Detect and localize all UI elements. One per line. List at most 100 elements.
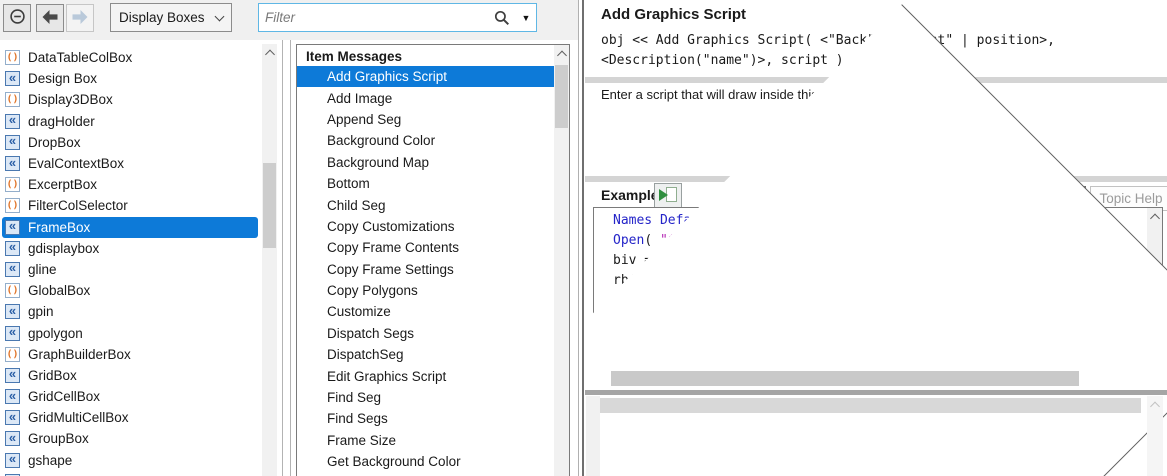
item-message-list-item[interactable]: Get Background Color [297,451,569,472]
list-item-label: Find Segs [327,411,388,426]
display-box-list-item[interactable]: () Display3DBox [0,89,262,110]
code-scrollbar-horizontal[interactable] [594,369,1162,388]
display-box-list-item[interactable]: () FilterColSelector [0,195,262,216]
item-message-list-item[interactable]: Copy Frame Contents [297,237,569,258]
scroll-up-icon[interactable] [1150,214,1160,224]
scroll-up-icon[interactable] [557,51,567,61]
list-item-label: GroupBox [28,431,89,446]
double-chevron-icon: « [5,71,20,86]
list-item-label: dragHolder [28,114,95,129]
item-message-list-item[interactable]: Bottom [297,173,569,194]
list-item-label: Copy Frame Settings [327,262,454,277]
display-box-list-item[interactable]: () GraphBuilderBox [0,344,262,365]
item-message-list-item[interactable]: Copy Customizations [297,216,569,237]
display-box-list-item[interactable]: « gdisplaybox [0,238,262,259]
item-message-list-item[interactable]: Add Image [297,87,569,108]
list-item-label: ExcerptBox [28,177,97,192]
double-chevron-icon: « [5,304,20,319]
display-box-list-item[interactable]: « gshape [0,450,262,471]
paren-icon: () [5,92,20,107]
list-item-label: Edit Graphics Script [327,369,446,384]
syntax-block: obj << Add Graphics Script( <"Back" | "F… [601,31,1055,71]
pane-divider-line [282,40,283,476]
display-box-list-item[interactable]: () ExcerptBox [0,174,262,195]
example-output-splitter[interactable] [585,390,1167,395]
display-box-list-item[interactable]: « gline [0,259,262,280]
example-code-editor[interactable]: Names Default To Here( 1 );Open( "$SAMPL… [593,207,1163,389]
item-messages-scrollbar[interactable] [554,45,569,476]
display-box-list-item[interactable]: « [0,471,262,476]
list-item-label: DispatchSeg [327,347,404,362]
scripting-index-window: Display Boxes ▼ () DataTableColBox « Des… [0,0,1167,476]
back-button[interactable] [36,4,64,32]
filter-dropdown-arrow[interactable]: ▼ [516,13,536,23]
list-item-label: Dispatch Segs [327,326,414,341]
list-item-label: Copy Customizations [327,219,455,234]
display-box-list-item[interactable]: « GridMultiCellBox [0,407,262,428]
item-message-list-item[interactable]: Copy Frame Settings [297,259,569,280]
item-message-list-item[interactable]: Append Seg [297,109,569,130]
list-item-label: DropBox [28,135,81,150]
display-box-list-item[interactable]: « gpin [0,301,262,322]
item-message-list-item[interactable]: DispatchSeg [297,344,569,365]
menu-button[interactable] [3,4,31,32]
left-list-scrollbar[interactable] [262,44,277,476]
filter-input[interactable] [259,10,488,25]
display-box-list-item[interactable]: « FrameBox [0,217,262,238]
display-box-list-item[interactable]: () GlobalBox [0,280,262,301]
double-chevron-icon: « [5,431,20,446]
list-item-label: GraphBuilderBox [28,347,131,362]
list-item-label: Child Seg [327,198,386,213]
item-message-list-item[interactable]: Frame Size [297,430,569,451]
filter-box: ▼ [258,3,537,32]
item-message-list-item[interactable]: Copy Polygons [297,280,569,301]
display-box-list-item[interactable]: () DataTableColBox [0,47,262,68]
display-box-list-item[interactable]: « DropBox [0,132,262,153]
item-message-list-item[interactable]: Background Map [297,152,569,173]
example-label: Example [601,187,659,203]
double-chevron-icon: « [5,114,20,129]
item-message-list-item[interactable]: Find Segs [297,408,569,429]
list-item-label: Design Box [28,71,97,86]
forward-button[interactable] [66,4,94,32]
item-message-list-item[interactable]: Customize [297,301,569,322]
list-item-label: gdisplaybox [28,241,99,256]
output-scrollbar-vertical[interactable] [1147,396,1163,476]
double-chevron-icon: « [5,453,20,468]
pane-splitter[interactable] [582,0,584,476]
display-box-list-item[interactable]: « GridBox [0,365,262,386]
display-box-list-item[interactable]: « GroupBox [0,428,262,449]
run-example-button[interactable] [654,183,682,208]
search-icon[interactable] [488,10,516,26]
scroll-up-icon[interactable] [1150,402,1160,412]
detail-pane: Add Graphics Script obj << Add Graphics … [585,0,1167,476]
paren-icon: () [5,283,20,298]
item-message-list-item[interactable]: Background Color [297,130,569,151]
paren-icon: () [5,347,20,362]
scrollbar-thumb[interactable] [263,163,276,248]
item-message-list-item[interactable]: Child Seg [297,194,569,215]
scrollbar-thumb[interactable] [611,371,1079,386]
item-message-list-item[interactable]: Dispatch Segs [297,323,569,344]
display-box-list-item[interactable]: « gpolygon [0,322,262,343]
scrollbar-thumb[interactable] [555,65,568,128]
output-scrollbar-horizontal[interactable] [600,398,1141,413]
display-box-list-item[interactable]: « EvalContextBox [0,153,262,174]
paren-icon: () [5,50,20,65]
item-message-list-item[interactable]: Edit Graphics Script [297,365,569,386]
chevron-down-icon [215,11,225,21]
item-message-list-item[interactable]: Find Seg [297,387,569,408]
display-box-list-item[interactable]: « dragHolder [0,111,262,132]
list-item-label: Get Background Color [327,454,461,469]
list-item-label: EvalContextBox [28,156,124,171]
scroll-up-icon[interactable] [265,50,275,60]
item-messages-list: Add Graphics Script Add Image Append Seg… [297,66,569,476]
item-message-list-item[interactable]: Add Graphics Script [297,66,569,87]
display-box-list-item[interactable]: « GridCellBox [0,386,262,407]
item-message-list-item[interactable]: Get Background Fill [297,472,569,476]
list-item-label: Add Image [327,91,392,106]
display-box-list-item[interactable]: « Design Box [0,68,262,89]
category-dropdown[interactable]: Display Boxes [110,3,232,32]
list-item-label: Background Map [327,155,429,170]
double-chevron-icon: « [5,326,20,341]
